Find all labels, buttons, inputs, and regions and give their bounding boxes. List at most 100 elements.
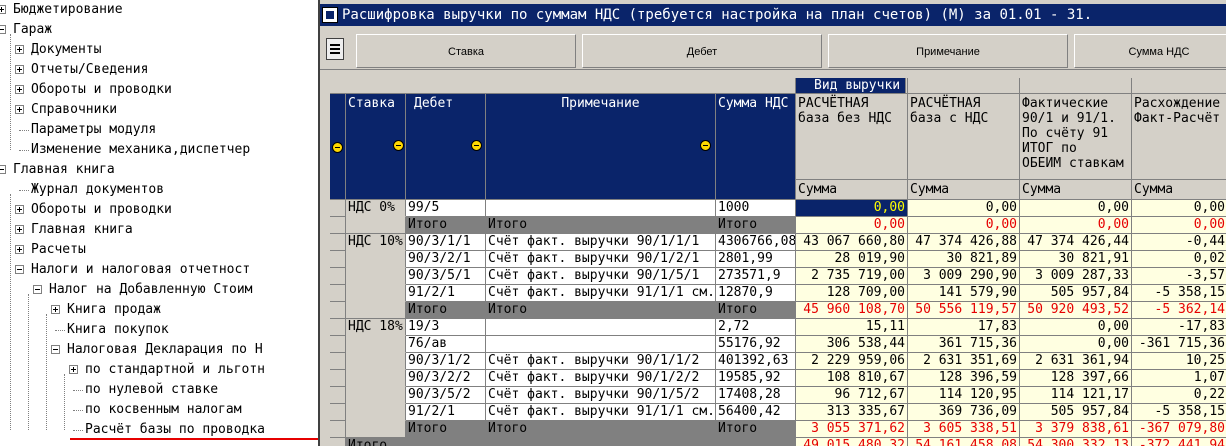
tree-item[interactable]: по нулевой ставке — [0, 380, 318, 400]
tree-item[interactable]: Главная книга — [0, 160, 318, 180]
cell-amount-b[interactable]: 361 715,36 — [908, 336, 1020, 353]
row-indicator[interactable] — [330, 336, 346, 353]
cell-amount-b[interactable]: 114 120,95 — [908, 387, 1020, 404]
cell-amount-d[interactable]: -17,83 — [1132, 319, 1226, 336]
cell-note[interactable]: Счёт факт. выручки 90/1/2/1 — [486, 251, 716, 268]
sort-indicator-icon[interactable] — [471, 140, 482, 151]
cell-vat[interactable]: 55176,92 — [716, 336, 796, 353]
row-indicator[interactable] — [330, 200, 346, 217]
cell-amount-d[interactable]: 0,00 — [1132, 217, 1226, 234]
collapse-icon[interactable] — [0, 165, 6, 174]
toolbar-column-rate[interactable]: Ставка — [356, 34, 576, 68]
tree-item[interactable]: Гараж — [0, 20, 318, 40]
group-header-view[interactable]: Вид выручки — [796, 78, 906, 94]
cell-amount-c[interactable]: 54 300 332,13 — [1020, 438, 1132, 446]
tree-item[interactable]: Обороты и проводки — [0, 200, 318, 220]
cell-rate[interactable] — [346, 268, 406, 285]
cell-amount-a[interactable]: 49 015 480,32 — [796, 438, 908, 446]
cell-rate[interactable] — [346, 404, 406, 421]
expand-icon[interactable] — [15, 205, 24, 214]
cell-amount-b[interactable]: 3 009 290,90 — [908, 268, 1020, 285]
cell-debit[interactable]: Итого — [406, 217, 486, 234]
cell-rate[interactable]: НДС 10% — [346, 234, 406, 251]
tree-item[interactable]: Главная книга — [0, 220, 318, 240]
cell-amount-a[interactable]: 0,00 — [796, 200, 908, 217]
cell-note[interactable]: Счёт факт. выручки 90/1/2/2 — [486, 370, 716, 387]
cell-amount-d[interactable]: 1,07 — [1132, 370, 1226, 387]
cell-note[interactable]: Счёт факт. выручки 90/1/1/1 — [486, 234, 716, 251]
toolbar-column-vat[interactable]: Сумма НДС — [1074, 34, 1226, 68]
cell-debit[interactable]: Итого — [406, 302, 486, 319]
tree-item[interactable]: Бюджетирование — [0, 0, 318, 20]
cell-rate[interactable] — [346, 421, 406, 438]
cell-vat[interactable]: 12870,9 — [716, 285, 796, 302]
cell-amount-a[interactable]: 45 960 108,70 — [796, 302, 908, 319]
cell-amount-d[interactable]: -361 715,36 — [1132, 336, 1226, 353]
tree-item[interactable]: Документы — [0, 40, 318, 60]
cell-amount-b[interactable]: 0,00 — [908, 217, 1020, 234]
cell-amount-c[interactable]: 505 957,84 — [1020, 285, 1132, 302]
cell-amount-d[interactable]: -367 079,80 — [1132, 421, 1226, 438]
expand-icon[interactable] — [51, 305, 60, 314]
cell-amount-c[interactable]: 0,00 — [1020, 217, 1132, 234]
cell-amount-c[interactable]: 3 379 838,61 — [1020, 421, 1132, 438]
cell-vat[interactable]: 4306766,08 — [716, 234, 796, 251]
cell-rate[interactable] — [346, 387, 406, 404]
cell-amount-d[interactable]: -3,57 — [1132, 268, 1226, 285]
cell-amount-a[interactable]: 306 538,44 — [796, 336, 908, 353]
tree-item[interactable]: Расчёт базы по проводка — [0, 420, 318, 440]
row-indicator[interactable] — [330, 319, 346, 336]
cell-note[interactable]: Итого — [486, 302, 716, 319]
cell-amount-b[interactable]: 141 579,90 — [908, 285, 1020, 302]
cell-amount-b[interactable]: 50 556 119,57 — [908, 302, 1020, 319]
column-header-calc_no_vat[interactable]: РАСЧЁТНАЯ база без НДС — [796, 94, 908, 180]
cell-note[interactable]: Счёт факт. выручки 91/1/1 см. — [486, 404, 716, 421]
tree-item[interactable]: по стандартной и льготн — [0, 360, 318, 380]
cell-debit[interactable]: 90/3/5/1 — [406, 268, 486, 285]
cell-debit[interactable]: 91/2/1 — [406, 404, 486, 421]
window-titlebar[interactable]: Расшифровка выручки по суммам НДС (требу… — [320, 4, 1226, 26]
cell-amount-a[interactable]: 0,00 — [796, 217, 908, 234]
row-indicator[interactable] — [330, 404, 346, 421]
cell-rate[interactable] — [346, 251, 406, 268]
toolbar-column-note[interactable]: Примечание — [828, 34, 1068, 68]
cell-vat[interactable]: 17408,28 — [716, 387, 796, 404]
cell-rate[interactable] — [346, 336, 406, 353]
cell-amount-a[interactable]: 28 019,90 — [796, 251, 908, 268]
cell-amount-a[interactable]: 3 055 371,62 — [796, 421, 908, 438]
cell-note[interactable]: Итого — [486, 421, 716, 438]
cell-rate[interactable] — [346, 370, 406, 387]
cell-amount-d[interactable]: -5 358,15 — [1132, 404, 1226, 421]
collapse-icon[interactable] — [33, 285, 42, 294]
row-indicator[interactable] — [330, 217, 346, 234]
cell-note[interactable] — [486, 319, 716, 336]
cell-rate[interactable]: НДС 0% — [346, 200, 406, 217]
cell-vat[interactable]: 401392,63 — [716, 353, 796, 370]
cell-amount-d[interactable]: 10,25 — [1132, 353, 1226, 370]
cell-amount-d[interactable]: 0,22 — [1132, 387, 1226, 404]
cell-rate[interactable] — [346, 353, 406, 370]
cell-amount-b[interactable]: 369 736,09 — [908, 404, 1020, 421]
cell-vat[interactable]: Итого — [716, 217, 796, 234]
expand-icon[interactable] — [0, 5, 6, 14]
tree-item[interactable]: Отчеты/Сведения — [0, 60, 318, 80]
cell-amount-b[interactable]: 17,83 — [908, 319, 1020, 336]
collapse-icon[interactable] — [0, 25, 6, 34]
cell-amount-d[interactable]: 0,02 — [1132, 251, 1226, 268]
cell-amount-c[interactable]: 50 920 493,52 — [1020, 302, 1132, 319]
expand-icon[interactable] — [69, 365, 78, 374]
cell-amount-a[interactable]: 2 229 959,06 — [796, 353, 908, 370]
cell-vat[interactable]: 1000 — [716, 200, 796, 217]
collapse-icon[interactable] — [15, 265, 24, 274]
sort-indicator-icon[interactable] — [393, 140, 404, 151]
cell-debit[interactable]: 99/5 — [406, 200, 486, 217]
tree-item[interactable]: Обороты и проводки — [0, 80, 318, 100]
cell-note[interactable]: Итого — [486, 217, 716, 234]
cell-debit[interactable]: 19/3 — [406, 319, 486, 336]
expand-icon[interactable] — [15, 105, 24, 114]
tree-item[interactable]: Налоговая Декларация по Н — [0, 340, 318, 360]
sort-indicator-icon[interactable] — [700, 140, 711, 151]
cell-amount-c[interactable]: 2 631 361,94 — [1020, 353, 1132, 370]
cell-amount-a[interactable]: 313 335,67 — [796, 404, 908, 421]
cell-debit[interactable]: 90/3/5/2 — [406, 387, 486, 404]
